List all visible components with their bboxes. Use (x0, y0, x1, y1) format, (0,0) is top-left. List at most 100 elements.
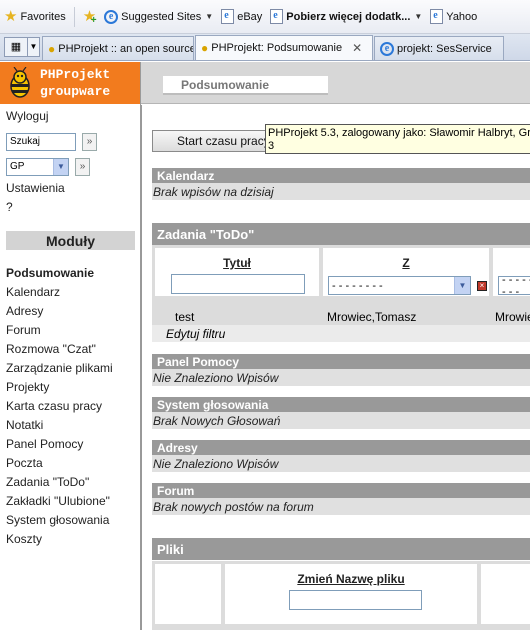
tooltip: PHProjekt 5.3, zalogowany jako: Sławomir… (265, 124, 530, 154)
rename-file-link[interactable]: Zmień Nazwę pliku (225, 572, 477, 586)
table-row[interactable]: test Mrowiec,Tomasz Mrowie (152, 309, 530, 325)
todo-to-select[interactable]: - - - - - - - - (498, 274, 530, 298)
tab-list-button[interactable]: ▼ (28, 36, 40, 57)
nav-item-poczta[interactable]: Poczta (0, 454, 140, 473)
files-col-rename: Zmień Nazwę pliku (225, 564, 477, 624)
nav-item-ulubione[interactable]: Zakładki "Ulubione" (0, 492, 140, 511)
todo-col-title: Tytuł (155, 248, 319, 296)
section-header-todo[interactable]: Zadania "ToDo" (152, 223, 530, 245)
section-header-kalendarz[interactable]: Kalendarz (152, 168, 530, 183)
group-select[interactable]: GP ▼ (6, 157, 69, 176)
group-form: GP ▼ » (0, 154, 140, 179)
section-body-pomoc: Nie Znaleziono Wpisów (152, 369, 530, 386)
todo-row-from: Mrowiec,Tomasz (327, 310, 417, 324)
nav-item-koszty[interactable]: Koszty (0, 530, 140, 549)
module-tab-strip: Podsumowanie (141, 62, 530, 104)
nav-item-adresy[interactable]: Adresy (0, 302, 140, 321)
section-body-glosowanie: Brak Nowych Głosowań (152, 412, 530, 429)
rename-file-input[interactable] (289, 590, 422, 610)
fav-link-addons[interactable]: Pobierz więcej dodatk... ▼ (266, 6, 426, 28)
sort-from-link[interactable]: Z (323, 256, 489, 270)
page-icon (430, 9, 444, 24)
todo-from-select[interactable]: - - - - - - - - ▼ (328, 276, 471, 295)
nav-item-todo[interactable]: Zadania "ToDo" (0, 473, 140, 492)
divider (73, 6, 75, 27)
add-favorite-button[interactable]: ★ + (79, 6, 100, 28)
section-header-glosowanie[interactable]: System głosowania (152, 397, 530, 412)
todo-filter-table: Tytuł Z - - - - - - - - ▼ × - - - - - - … (152, 245, 530, 309)
logo[interactable]: PHProjekt groupware (0, 62, 140, 104)
browser-tab[interactable]: e projekt: SesService (374, 36, 504, 60)
chevron-down-icon: ▼ (454, 277, 470, 294)
fav-link-label: Suggested Sites (121, 10, 202, 23)
section-header-forum[interactable]: Forum (152, 483, 530, 498)
section-header-pomoc[interactable]: Panel Pomocy (152, 354, 530, 369)
nav-item-projekty[interactable]: Projekty (0, 378, 140, 397)
chevron-down-icon: ▼ (29, 42, 38, 51)
quick-tabs: ▦ ▼ (4, 34, 40, 59)
chevron-down-icon: ▼ (414, 12, 423, 21)
settings-link[interactable]: Ustawienia (0, 179, 140, 198)
nav-item-podsumowanie[interactable]: Podsumowanie (0, 264, 140, 283)
nav-item-czat[interactable]: Rozmowa "Czat" (0, 340, 140, 359)
section-header-adresy[interactable]: Adresy (152, 440, 530, 455)
nav-item-panel-pomocy[interactable]: Panel Pomocy (0, 435, 140, 454)
nav-item-glosowanie[interactable]: System głosowania (0, 511, 140, 530)
sidebar: PHProjekt groupware Wyloguj » GP ▼ » Ust… (0, 62, 141, 630)
nav-item-notatki[interactable]: Notatki (0, 416, 140, 435)
browser-tab[interactable]: ● PHProjekt :: an open source ... (42, 36, 194, 60)
favorites-bar: ★ Favorites ★+ e Suggested Sites ▼ eBay … (0, 0, 530, 34)
chevron-down-icon: ▼ (53, 158, 68, 175)
edit-filter-link[interactable]: Edytuj filtru (152, 325, 530, 342)
section-body-adresy: Nie Znaleziono Wpisów (152, 455, 530, 472)
tooltip-line: 3 (268, 140, 275, 152)
todo-row-title[interactable]: test (175, 310, 194, 324)
search-go-button[interactable]: » (82, 132, 97, 151)
nav-item-karta-czasu[interactable]: Karta czasu pracy (0, 397, 140, 416)
close-icon[interactable]: ✕ (352, 41, 362, 55)
fav-link-label: Pobierz więcej dodatk... (286, 10, 411, 23)
tooltip-line: PHProjekt 5.3, zalogowany jako: Sławomir… (268, 127, 530, 139)
star-icon: ★ (4, 8, 18, 25)
nav-item-pliki[interactable]: Zarządzanie plikami (0, 359, 140, 378)
favorites-button[interactable]: ★ Favorites (0, 6, 70, 28)
page-icon (221, 9, 235, 24)
ie-icon: e (104, 9, 119, 24)
bee-logo-icon (0, 62, 40, 104)
logo-line: PHProjekt (40, 67, 111, 82)
page-icon (270, 9, 284, 24)
group-go-button[interactable]: » (75, 157, 90, 176)
clear-filter-icon[interactable]: × (477, 281, 487, 291)
add-favorite-icon: ★ + (82, 8, 97, 26)
section-body-forum: Brak nowych postów na forum (152, 498, 530, 515)
main-content: Start czasu pracy PHProjekt 5.3, zalogow… (141, 105, 530, 630)
fav-link-yahoo[interactable]: Yahoo (426, 6, 481, 28)
grid-icon: ▦ (10, 41, 22, 53)
search-input[interactable] (6, 132, 76, 151)
bee-icon: ● (201, 41, 209, 55)
files-col-empty (155, 564, 221, 624)
logo-line: groupware (40, 84, 111, 99)
browser-tab-active[interactable]: ● PHProjekt: Podsumowanie ✕ (195, 35, 373, 60)
quick-tabs-button[interactable]: ▦ (4, 36, 28, 57)
search-form: » (0, 129, 140, 154)
todo-col-from: Z - - - - - - - - ▼ × (323, 248, 489, 296)
todo-row-to: Mrowie (495, 310, 530, 324)
browser-tab-label: PHProjekt: Podsumowanie (211, 42, 343, 54)
nav-item-kalendarz[interactable]: Kalendarz (0, 283, 140, 302)
logout-link[interactable]: Wyloguj (0, 107, 140, 126)
sort-title-link[interactable]: Tytuł (155, 256, 319, 270)
tab-podsumowanie[interactable]: Podsumowanie (163, 76, 328, 95)
fav-link-label: Yahoo (446, 10, 478, 23)
start-timer-button[interactable]: Start czasu pracy (152, 130, 267, 152)
nav-item-forum[interactable]: Forum (0, 321, 140, 340)
modules-heading: Moduły (6, 231, 135, 250)
fav-link-ebay[interactable]: eBay (217, 6, 266, 28)
ie-icon: e (380, 41, 394, 56)
browser-tab-bar: ▦ ▼ ● PHProjekt :: an open source ... ● … (0, 34, 530, 61)
fav-link-suggested-sites[interactable]: e Suggested Sites ▼ (100, 6, 217, 28)
section-header-pliki[interactable]: Pliki (152, 538, 530, 560)
chevron-down-icon: ▼ (205, 12, 214, 21)
help-link[interactable]: ? (0, 198, 140, 217)
todo-title-filter-input[interactable] (171, 274, 305, 294)
